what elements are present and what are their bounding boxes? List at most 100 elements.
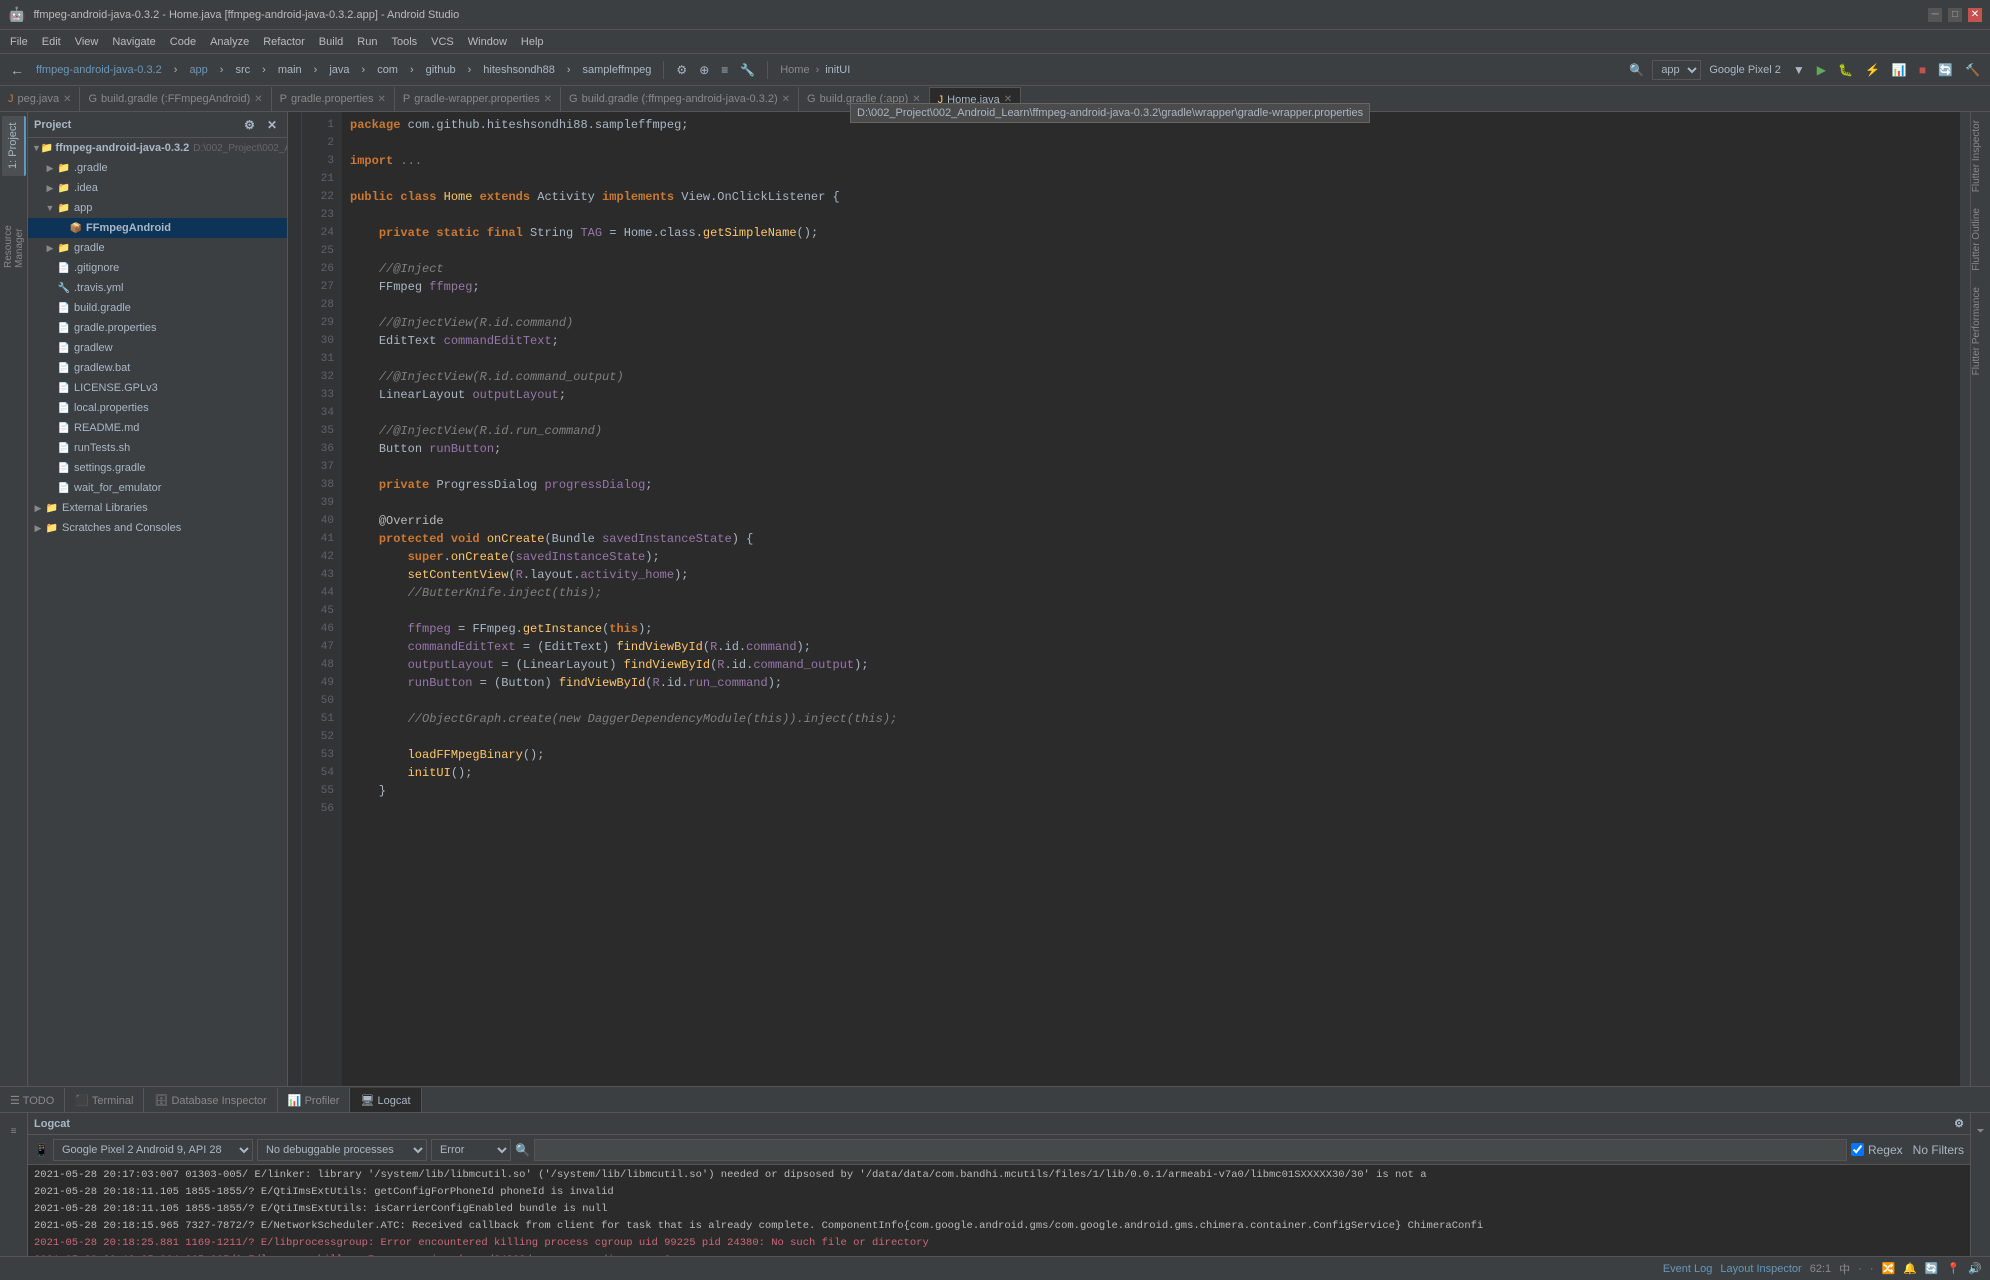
path-sampleffmpeg[interactable]: sampleffmpeg (579, 62, 656, 78)
tree-gradle-props[interactable]: 📄 gradle.properties (28, 318, 287, 338)
sidebar-project-icon[interactable]: 1: Project (2, 116, 26, 176)
tree-gradle[interactable]: ▶ 📁 .gradle (28, 158, 287, 178)
toolbar-icon3[interactable]: ≡ (717, 61, 732, 79)
tree-build-gradle[interactable]: 📄 build.gradle (28, 298, 287, 318)
tree-gradle2[interactable]: ▶ 📁 gradle (28, 238, 287, 258)
tab-close-bgm[interactable]: ✕ (782, 94, 790, 105)
toolbar-tab-initui[interactable]: initUI (825, 64, 850, 76)
bottom-right-icon1[interactable]: ⏷ (1967, 1117, 1990, 1145)
menu-run[interactable]: Run (351, 34, 383, 50)
tab-close-gp[interactable]: ✕ (378, 94, 386, 105)
bottom-tab-profiler[interactable]: 📊 Profiler (278, 1088, 351, 1112)
menu-analyze[interactable]: Analyze (204, 34, 255, 50)
panel-settings[interactable]: ⚙ (240, 116, 259, 134)
event-log-link[interactable]: Event Log (1663, 1263, 1713, 1275)
tree-scratches[interactable]: ▶ 📁 Scratches and Consoles (28, 518, 287, 538)
tree-runtests[interactable]: 📄 runTests.sh (28, 438, 287, 458)
tree-gitignore[interactable]: 📄 .gitignore (28, 258, 287, 278)
bottom-sidebar-icon1[interactable]: ≡ (0, 1117, 28, 1145)
logcat-settings[interactable]: ⚙ (1954, 1117, 1964, 1130)
more-toolbar[interactable]: ⚡ (1861, 61, 1884, 79)
sync-button[interactable]: 🔄 (1934, 61, 1957, 79)
tree-local-props[interactable]: 📄 local.properties (28, 398, 287, 418)
toolbar-icon2[interactable]: ⊕ (695, 61, 713, 79)
menu-help[interactable]: Help (515, 34, 550, 50)
tab-gradle-wrapper[interactable]: P gradle-wrapper.properties ✕ (395, 87, 561, 111)
menu-view[interactable]: View (69, 34, 105, 50)
logcat-level-select[interactable]: Error Verbose Debug Info Warn (431, 1139, 511, 1161)
panel-close[interactable]: ✕ (263, 116, 281, 134)
path-com[interactable]: com (373, 62, 402, 78)
maximize-button[interactable]: □ (1948, 8, 1962, 22)
sidebar-resource-manager-icon[interactable]: Resource Manager (0, 188, 28, 268)
bottom-left-sidebar: ≡ (0, 1113, 28, 1256)
code-text-area[interactable]: package com.github.hiteshsondhi88.sample… (342, 112, 1960, 1086)
logcat-search-input[interactable] (534, 1139, 1847, 1161)
minimize-button[interactable]: ─ (1928, 8, 1942, 22)
regex-checkbox[interactable] (1851, 1143, 1864, 1156)
vertical-scrollbar[interactable] (1960, 112, 1970, 1086)
logcat-device-select[interactable]: Google Pixel 2 Android 9, API 28 (53, 1139, 253, 1161)
bottom-tab-todo[interactable]: ☰ TODO (0, 1088, 65, 1112)
menu-file[interactable]: File (4, 34, 34, 50)
menu-code[interactable]: Code (164, 34, 202, 50)
tree-settings-gradle[interactable]: 📄 settings.gradle (28, 458, 287, 478)
tree-travis[interactable]: 🔧 .travis.yml (28, 278, 287, 298)
tab-build-gradle-main[interactable]: G build.gradle (:ffmpeg-android-java-0.3… (561, 87, 799, 111)
tree-gradlew-bat[interactable]: 📄 gradlew.bat (28, 358, 287, 378)
stop-button[interactable]: ■ (1915, 61, 1930, 79)
menu-build[interactable]: Build (313, 34, 349, 50)
menu-edit[interactable]: Edit (36, 34, 67, 50)
tab-peg-java[interactable]: J peg.java ✕ (0, 87, 80, 111)
tree-gradlew[interactable]: 📄 gradlew (28, 338, 287, 358)
tab-close-gw[interactable]: ✕ (544, 94, 552, 105)
path-src[interactable]: src (231, 62, 254, 78)
flutter-performance-label[interactable]: Flutter Performance (1971, 279, 1990, 383)
tab-build-gradle-ffmpeg[interactable]: G build.gradle (:FFmpegAndroid) ✕ (80, 87, 271, 111)
tab-close-peg[interactable]: ✕ (63, 94, 71, 105)
tree-idea[interactable]: ▶ 📁 .idea (28, 178, 287, 198)
back-button[interactable]: ← (6, 60, 28, 80)
flutter-inspector-label[interactable]: Flutter Inspector (1971, 112, 1990, 200)
logcat-process-select[interactable]: No debuggable processes (257, 1139, 427, 1161)
device-dropdown[interactable]: ▼ (1789, 61, 1809, 79)
tree-ffmpegandroid[interactable]: 📦 FFmpegAndroid (28, 218, 287, 238)
profile-button[interactable]: 📊 (1888, 61, 1911, 79)
bottom-tab-logcat[interactable]: 🖥 Logcat (350, 1088, 421, 1112)
flutter-outline-label[interactable]: Flutter Outline (1971, 200, 1990, 279)
menu-navigate[interactable]: Navigate (106, 34, 161, 50)
path-main[interactable]: main (274, 62, 306, 78)
tree-license[interactable]: 📄 LICENSE.GPLv3 (28, 378, 287, 398)
gradle-button[interactable]: 🔨 (1961, 61, 1984, 79)
tree-ext-libs[interactable]: ▶ 📁 External Libraries (28, 498, 287, 518)
tree-wait-emulator[interactable]: 📄 wait_for_emulator (28, 478, 287, 498)
app-dropdown[interactable]: app (1652, 60, 1701, 80)
menu-window[interactable]: Window (462, 34, 513, 50)
menu-refactor[interactable]: Refactor (257, 34, 311, 50)
bottom-tab-terminal[interactable]: ⬛ Terminal (65, 1088, 144, 1112)
toolbar-search[interactable]: 🔍 (1625, 61, 1648, 79)
ln-22: 22 (302, 188, 334, 206)
debug-button[interactable]: 🐛 (1834, 61, 1857, 79)
toolbar-tab-home[interactable]: Home (780, 64, 809, 76)
tree-app[interactable]: ▼ 📁 app (28, 198, 287, 218)
gradle2-icon: 📁 (56, 243, 72, 254)
path-java[interactable]: java (325, 62, 353, 78)
tab-close-bg1[interactable]: ✕ (254, 94, 262, 105)
title-bar-controls[interactable]: ─ □ ✕ (1928, 8, 1982, 22)
close-button[interactable]: ✕ (1968, 8, 1982, 22)
code-line-37 (350, 458, 1952, 476)
tree-readme[interactable]: 📄 README.md (28, 418, 287, 438)
path-hitesh[interactable]: hiteshsondh88 (479, 62, 559, 78)
tab-gradle-properties[interactable]: P gradle.properties ✕ (272, 87, 395, 111)
layout-inspector-link[interactable]: Layout Inspector (1720, 1263, 1801, 1275)
bottom-tab-db-inspector[interactable]: 🗄 Database Inspector (144, 1088, 277, 1112)
menu-tools[interactable]: Tools (385, 34, 423, 50)
run-button[interactable]: ▶ (1813, 61, 1830, 79)
menu-vcs[interactable]: VCS (425, 34, 460, 50)
path-github[interactable]: github (422, 62, 460, 78)
path-app[interactable]: app (185, 62, 211, 78)
tree-root[interactable]: ▼ 📁 ffmpeg-android-java-0.3.2 D:\002_Pro… (28, 138, 287, 158)
toolbar-icon1[interactable]: ⚙ (672, 61, 691, 79)
toolbar-icon4[interactable]: 🔧 (736, 61, 759, 79)
